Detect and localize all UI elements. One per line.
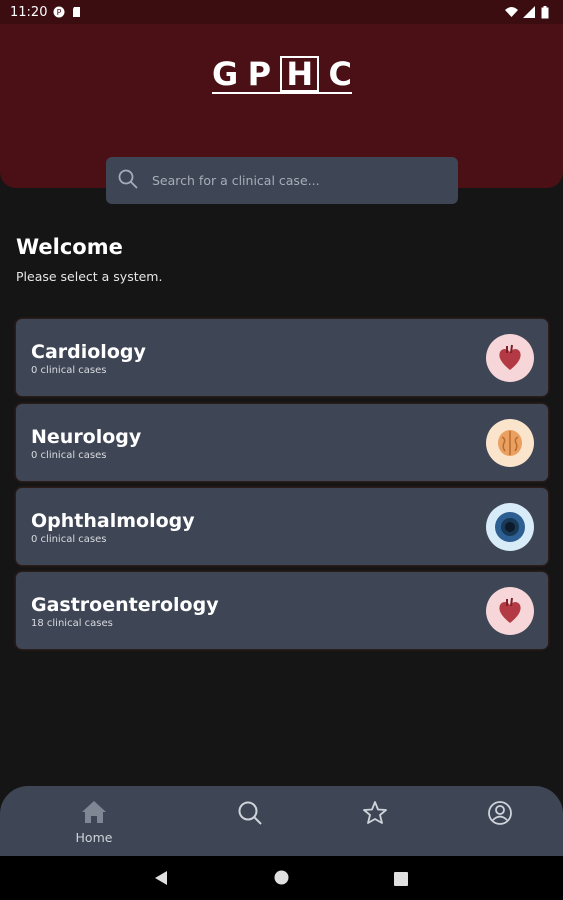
search-input[interactable] — [152, 173, 442, 188]
nav-label: Home — [75, 830, 113, 845]
search-bar[interactable] — [106, 157, 458, 204]
battery-icon — [541, 6, 553, 19]
system-title: Gastroenterology — [31, 594, 219, 616]
brain-icon — [486, 419, 534, 467]
logo-letter: C — [328, 55, 352, 93]
system-title: Cardiology — [31, 341, 146, 363]
profile-icon — [487, 800, 513, 830]
system-title: Ophthalmology — [31, 510, 195, 532]
page-subtitle: Please select a system. — [16, 269, 163, 284]
system-case-count: 0 clinical cases — [31, 534, 107, 545]
system-case-count: 18 clinical cases — [31, 618, 113, 629]
wifi-icon — [505, 6, 518, 18]
system-card-neurology[interactable]: Neurology 0 clinical cases — [16, 404, 548, 481]
nav-favorites[interactable] — [345, 800, 405, 830]
system-card-gastroenterology[interactable]: Gastroenterology 18 clinical cases — [16, 572, 548, 649]
search-icon — [237, 800, 263, 830]
nav-search[interactable] — [220, 800, 280, 830]
bottom-nav: Home — [0, 786, 563, 856]
logo-letter: P — [247, 55, 272, 93]
nav-home[interactable]: Home — [64, 800, 124, 845]
system-case-count: 0 clinical cases — [31, 450, 107, 461]
status-bar: 11:20 P — [0, 0, 563, 24]
system-card-cardiology[interactable]: Cardiology 0 clinical cases — [16, 319, 548, 396]
status-time: 11:20 — [10, 4, 48, 20]
logo-letter: H — [280, 56, 320, 92]
home-icon — [81, 800, 107, 828]
page-title: Welcome — [16, 235, 123, 259]
eye-icon — [486, 503, 534, 551]
system-case-count: 0 clinical cases — [31, 365, 107, 376]
search-icon — [118, 169, 138, 193]
star-icon — [362, 800, 388, 830]
svg-text:P: P — [57, 8, 62, 17]
heart-icon — [486, 334, 534, 382]
recents-icon[interactable] — [394, 871, 408, 890]
logo-letter: G — [212, 55, 239, 93]
logo-underline — [212, 92, 352, 94]
gphc-logo: G P H C — [212, 54, 352, 94]
system-card-ophthalmology[interactable]: Ophthalmology 0 clinical cases — [16, 488, 548, 565]
home-button-icon[interactable] — [274, 870, 289, 889]
system-navigation-bar — [0, 856, 563, 900]
back-icon[interactable] — [154, 870, 168, 890]
sd-card-icon — [71, 6, 83, 18]
system-title: Neurology — [31, 426, 142, 448]
heart-icon — [486, 587, 534, 635]
nav-profile[interactable] — [470, 800, 530, 830]
signal-icon — [523, 6, 535, 18]
notification-icon: P — [53, 6, 65, 18]
